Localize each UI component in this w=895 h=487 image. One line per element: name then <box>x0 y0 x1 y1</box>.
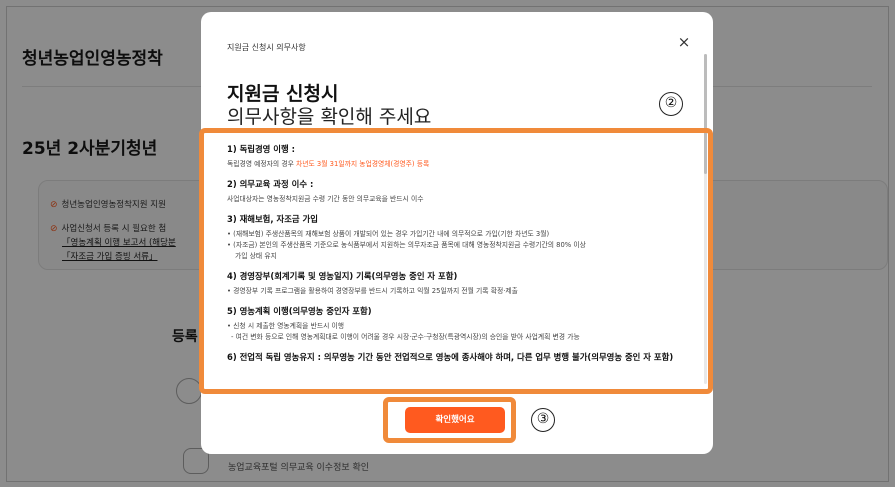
modal-header-title: 지원금 신청시 의무사항 <box>227 43 306 52</box>
annotation-box-2 <box>199 128 713 394</box>
close-button[interactable]: × <box>674 32 694 52</box>
annotation-number-2: ② <box>659 92 683 116</box>
annotation-number-3: ③ <box>531 408 555 432</box>
annotation-box-3 <box>383 397 516 443</box>
modal-subheadline: 의무사항을 확인해 주세요 <box>227 106 432 128</box>
